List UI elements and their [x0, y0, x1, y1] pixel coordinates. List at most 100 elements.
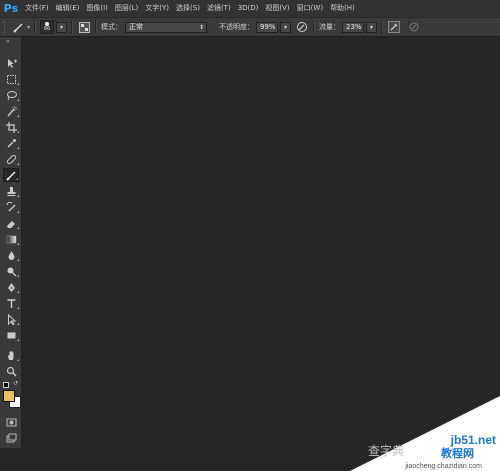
dodge-icon [7, 267, 16, 276]
airbrush-icon [388, 21, 401, 33]
foreground-color-swatch[interactable] [3, 390, 15, 402]
divider [313, 20, 316, 34]
move-tool[interactable] [3, 56, 19, 70]
path-selection-tool[interactable] [3, 312, 19, 326]
bandage-icon [6, 154, 16, 164]
updown-arrow-icon: ⬍ [198, 23, 205, 31]
brush-icon [13, 23, 23, 33]
menu-window[interactable]: 窗口(W) [297, 0, 323, 17]
menu-help[interactable]: 帮助(H) [330, 0, 355, 17]
pressure-icon [297, 22, 308, 32]
history-brush-tool[interactable] [3, 200, 19, 214]
mode-label: 模式： [101, 23, 123, 31]
zoom-tool[interactable] [3, 364, 19, 378]
drop-icon [8, 250, 14, 260]
brush-size-value: 86 [43, 26, 51, 32]
mode-select[interactable]: 正常 ⬍ [125, 21, 208, 33]
marquee-icon [6, 74, 16, 84]
menu-image[interactable]: 图像(I) [86, 0, 108, 17]
gradient-icon [6, 235, 16, 243]
opacity-value: 99% [260, 22, 276, 31]
menu-edit[interactable]: 编辑(E) [56, 0, 80, 17]
mode-value: 正常 [129, 22, 144, 31]
watermark-brand: 教程网 [441, 447, 474, 460]
stamp-icon [7, 186, 15, 196]
menu-filter[interactable]: 滤镜(T) [207, 0, 231, 17]
pressure-opacity-toggle[interactable] [295, 20, 309, 34]
chevron-down-icon[interactable]: ▾ [27, 24, 30, 31]
pen-tool[interactable] [3, 280, 19, 294]
brush-tool[interactable] [3, 168, 19, 182]
brush-icon [5, 171, 15, 181]
quick-mask-button[interactable] [3, 415, 19, 429]
quick-mask-icon [6, 418, 16, 426]
menu-view[interactable]: 视图(V) [265, 0, 289, 17]
pressure-size-toggle[interactable] [407, 20, 421, 34]
eraser-tool[interactable] [3, 216, 19, 230]
watermark: 查字典 jb51.net 教程网 jiaocheng.chazidian.com [350, 396, 500, 471]
watermark-left-text: 查字典 [367, 444, 404, 458]
pen-icon [7, 282, 15, 292]
screen-mode-icon [6, 433, 16, 442]
dodge-tool[interactable] [3, 264, 19, 278]
hand-tool[interactable] [3, 348, 19, 362]
flow-label: 流量： [319, 23, 341, 31]
brush-size-picker[interactable]: 86 [40, 20, 55, 34]
hand-icon [7, 350, 13, 360]
spot-healing-tool[interactable] [3, 152, 19, 166]
type-icon [7, 298, 15, 308]
watermark-url: jiaocheng.chazidian.com [405, 463, 482, 470]
zoom-icon [6, 366, 17, 377]
menu-bar: Ps 文件(F) 编辑(E) 图像(I) 图层(L) 文字(Y) 选择(S) 滤… [0, 0, 500, 17]
tools-panel: ↺ [0, 51, 22, 448]
rectangle-icon [7, 332, 15, 338]
brush-panel-toggle[interactable] [77, 20, 91, 34]
blur-tool[interactable] [3, 248, 19, 262]
arrow-pointer-icon [7, 313, 16, 325]
airbrush-toggle[interactable] [387, 20, 401, 34]
crop-icon [5, 121, 17, 133]
menu-3d[interactable]: 3D(D) [238, 0, 259, 17]
crop-tool[interactable] [3, 120, 19, 134]
menu-file[interactable]: 文件(F) [25, 0, 49, 17]
marquee-tool[interactable] [3, 72, 19, 86]
divider [34, 20, 37, 34]
clone-stamp-tool[interactable] [3, 184, 19, 198]
lasso-icon [6, 90, 17, 100]
divider [95, 20, 98, 34]
default-colors-icon[interactable] [3, 382, 9, 388]
opacity-label: 不透明度： [219, 23, 255, 31]
flow-dropdown[interactable]: ▾ [366, 21, 378, 33]
menu-select[interactable]: 选择(S) [176, 0, 200, 17]
photoshop-logo: Ps [3, 2, 19, 15]
move-icon [7, 58, 17, 68]
swap-colors-icon[interactable]: ↺ [13, 380, 18, 387]
eraser-icon [6, 220, 15, 228]
options-bar: ▾ 86 ▾ 模式： 正常 ⬍ 不透明度： 99% ▾ 流量： 23% ▾ [0, 17, 500, 37]
rectangle-tool[interactable] [3, 328, 19, 342]
quick-selection-tool[interactable] [3, 104, 19, 118]
brush-panel-icon [78, 21, 90, 33]
history-brush-icon [6, 201, 15, 211]
eyedropper-icon [7, 138, 16, 147]
options-grip[interactable] [4, 21, 8, 33]
toolbar-header: » [0, 37, 22, 51]
opacity-dropdown[interactable]: ▾ [280, 21, 292, 33]
tool-preset-picker[interactable] [12, 20, 26, 34]
flow-value: 23% [346, 22, 362, 31]
menu-type[interactable]: 文字(Y) [145, 0, 169, 17]
lasso-tool[interactable] [3, 88, 19, 102]
flow-input[interactable]: 23% [342, 21, 365, 33]
collapse-icon[interactable]: » [6, 38, 10, 45]
pressure-size-icon [409, 22, 419, 32]
brush-size-dropdown[interactable]: ▾ [56, 21, 68, 33]
divider [71, 20, 74, 34]
divider [381, 20, 384, 34]
eyedropper-tool[interactable] [3, 136, 19, 150]
menu-layer[interactable]: 图层(L) [115, 0, 138, 17]
type-tool[interactable] [3, 296, 19, 310]
gradient-tool[interactable] [3, 232, 19, 246]
opacity-input[interactable]: 99% [256, 21, 279, 33]
quick-selection-icon [6, 105, 17, 116]
screen-mode-button[interactable] [3, 431, 19, 445]
